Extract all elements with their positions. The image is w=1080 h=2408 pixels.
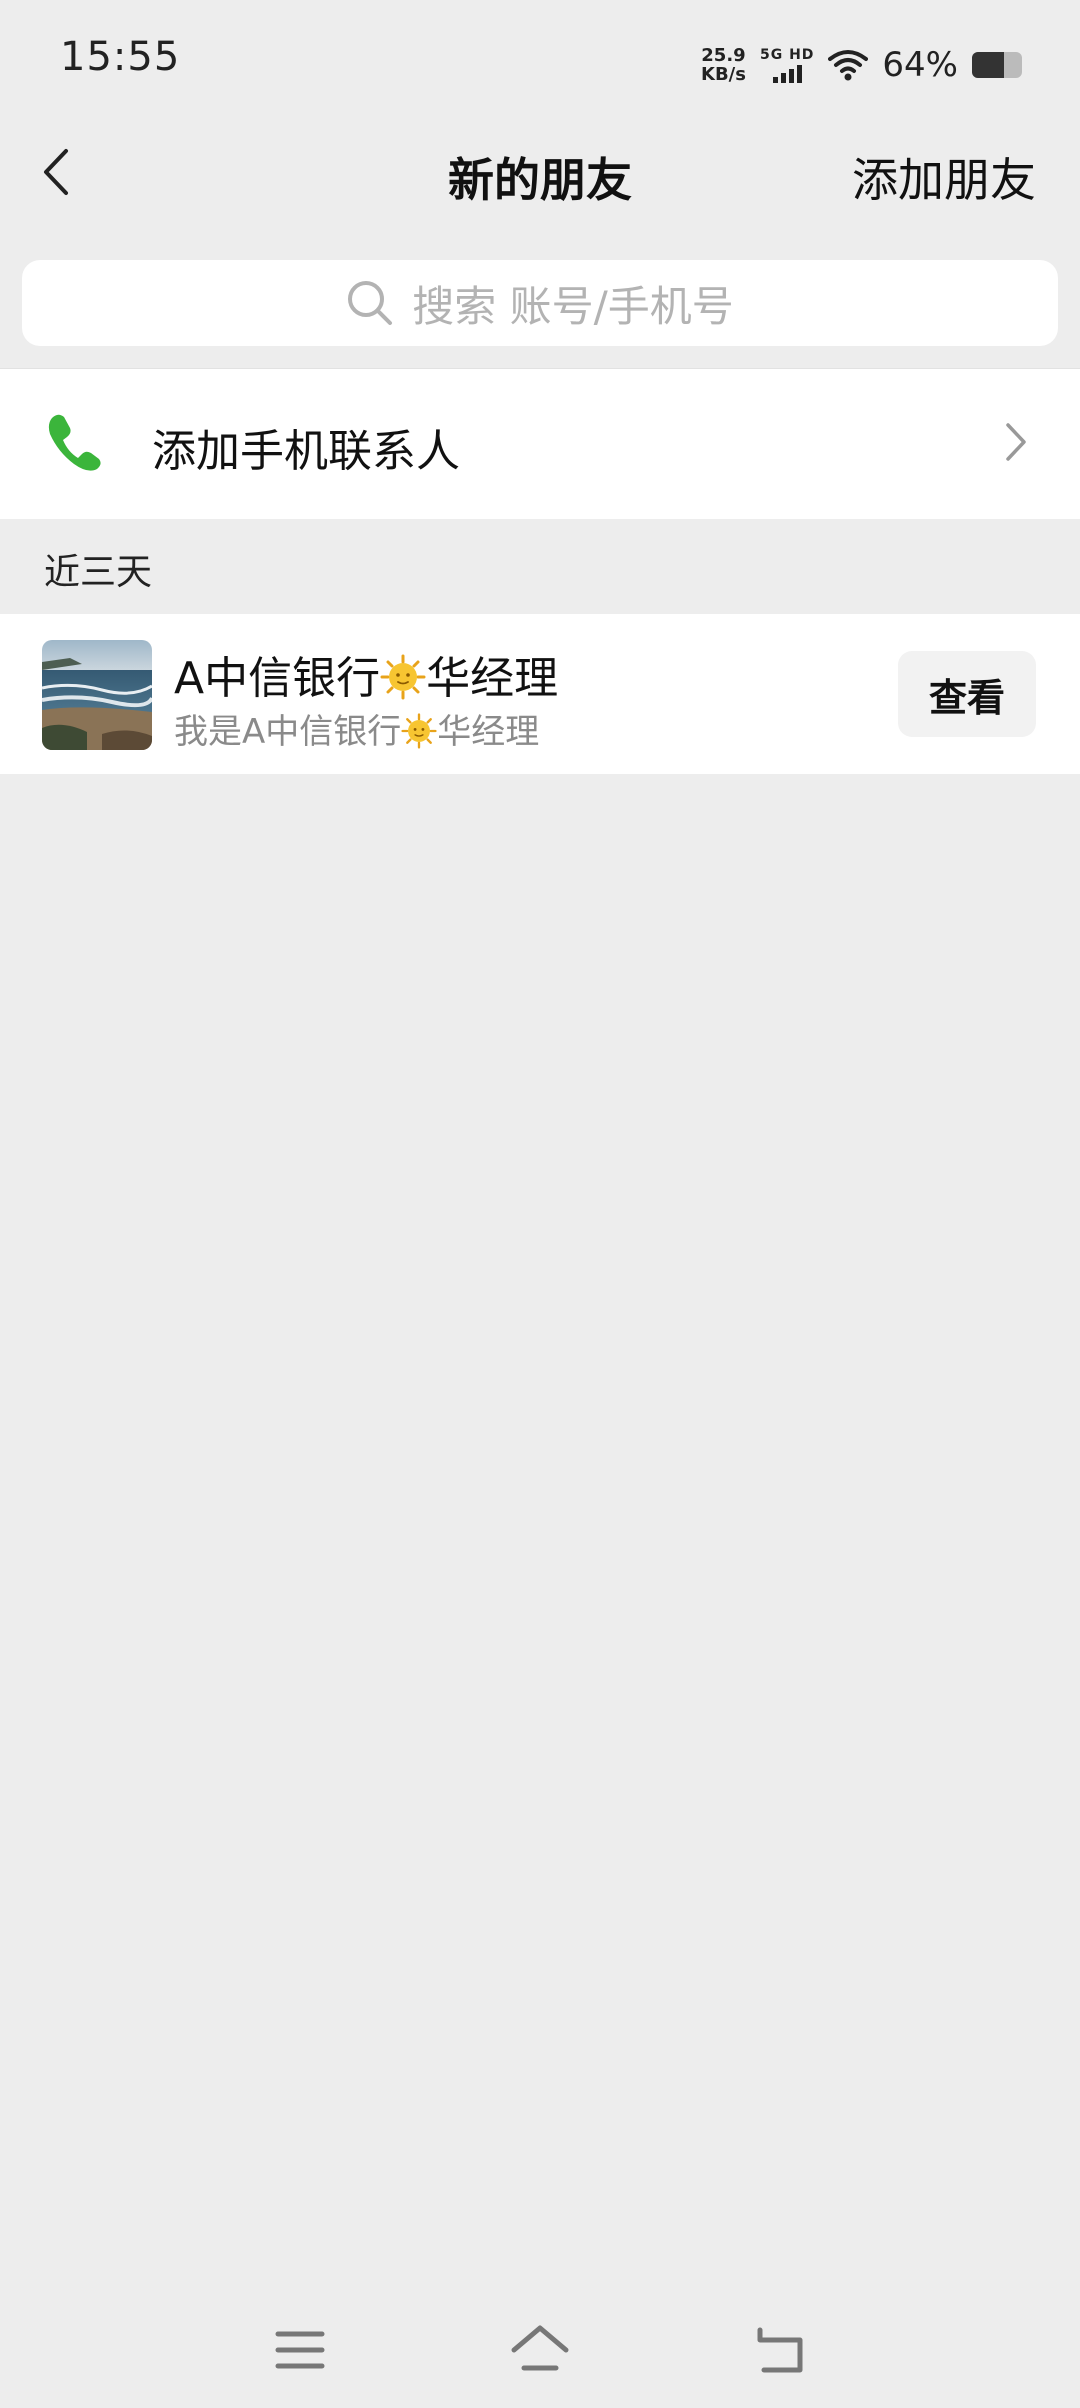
request-message-suffix: 华经理 [437, 712, 540, 752]
request-message-prefix: 我是A中信银行 [174, 712, 402, 752]
chevron-right-icon [1006, 423, 1026, 461]
nav-bar: 新的朋友 添加朋友 [0, 124, 1080, 224]
phone-icon [48, 414, 101, 471]
view-request-button[interactable]: 查看 [898, 651, 1036, 737]
avatar-seascape-image [42, 640, 152, 750]
back-nav-icon[interactable] [750, 2320, 810, 2380]
avatar[interactable] [42, 640, 152, 750]
battery-fill [972, 52, 1004, 78]
add-friend-button[interactable]: 添加朋友 [852, 144, 1036, 210]
network-speed-unit: KB/s [701, 64, 746, 85]
sun-face-icon [380, 654, 426, 700]
signal-bars [772, 63, 802, 83]
search-placeholder: 搜索 账号/手机号 [412, 281, 734, 331]
search-icon [348, 281, 393, 325]
system-nav-bar [0, 2300, 1080, 2408]
back-button[interactable] [28, 144, 84, 200]
signal-type-label: 5G HD [759, 46, 815, 63]
friend-request-item[interactable]: A中信银行 华经理 我是A中信银行 华经理 查看 [0, 614, 1080, 774]
status-bar: 15:55 25.9 KB/s 5G HD 64% [0, 0, 1080, 124]
add-phone-contacts-item[interactable]: 添加手机联系人 [0, 368, 1080, 519]
section-header-recent: 近三天 [44, 552, 153, 593]
status-indicators: 25.9 KB/s 5G HD 64% [701, 40, 1022, 90]
status-time: 15:55 [60, 34, 181, 80]
battery-percent: 64% [882, 45, 958, 85]
network-speed: 25.9 KB/s [701, 46, 746, 84]
add-phone-contacts-label: 添加手机联系人 [152, 426, 460, 477]
request-name: A中信银行 华经理 [174, 642, 558, 706]
menu-icon[interactable] [270, 2320, 330, 2380]
sun-face-icon [401, 713, 437, 749]
request-name-suffix: 华经理 [426, 653, 559, 704]
request-message: 我是A中信银行 华经理 [174, 704, 539, 753]
request-name-prefix: A中信银行 [174, 653, 381, 704]
chevron-left-icon [44, 149, 68, 195]
search-input[interactable]: 搜索 账号/手机号 [22, 260, 1058, 346]
battery-icon [972, 52, 1022, 78]
network-speed-value: 25.9 [701, 45, 746, 66]
cellular-signal-icon: 5G HD [759, 46, 815, 83]
wifi-icon [828, 50, 869, 81]
home-icon[interactable] [510, 2320, 570, 2380]
